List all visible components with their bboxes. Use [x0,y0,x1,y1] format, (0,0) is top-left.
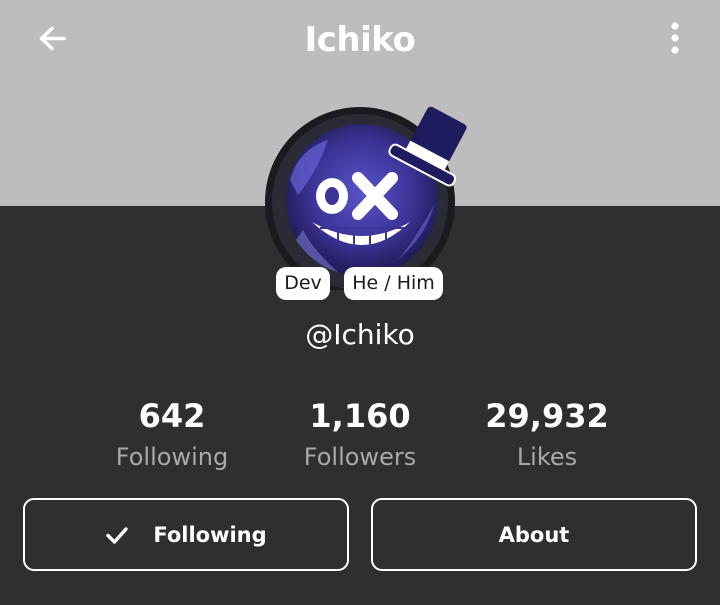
stat-value: 642 [138,397,206,435]
more-vertical-icon [671,22,679,54]
avatar[interactable] [258,100,468,297]
more-options-button[interactable] [660,18,690,58]
stat-following[interactable]: 642 Following [62,396,282,477]
profile-badges: Dev He / Him [0,267,720,301]
about-button[interactable]: About [371,498,697,571]
following-button[interactable]: Following [23,498,349,571]
stat-label: Likes [516,443,578,471]
role-badge: Dev [276,267,330,300]
page-title: Ichiko [304,20,416,60]
about-button-label: About [498,522,570,547]
stat-label: Following [115,443,229,471]
pronoun-badge: He / Him [344,267,443,300]
stat-value: 29,932 [485,397,609,435]
following-button-label: Following [153,522,267,547]
avatar-image [265,106,467,297]
stat-likes[interactable]: 29,932 Likes [437,396,657,477]
check-icon [106,526,129,544]
username-handle: @Ichiko [305,318,415,351]
